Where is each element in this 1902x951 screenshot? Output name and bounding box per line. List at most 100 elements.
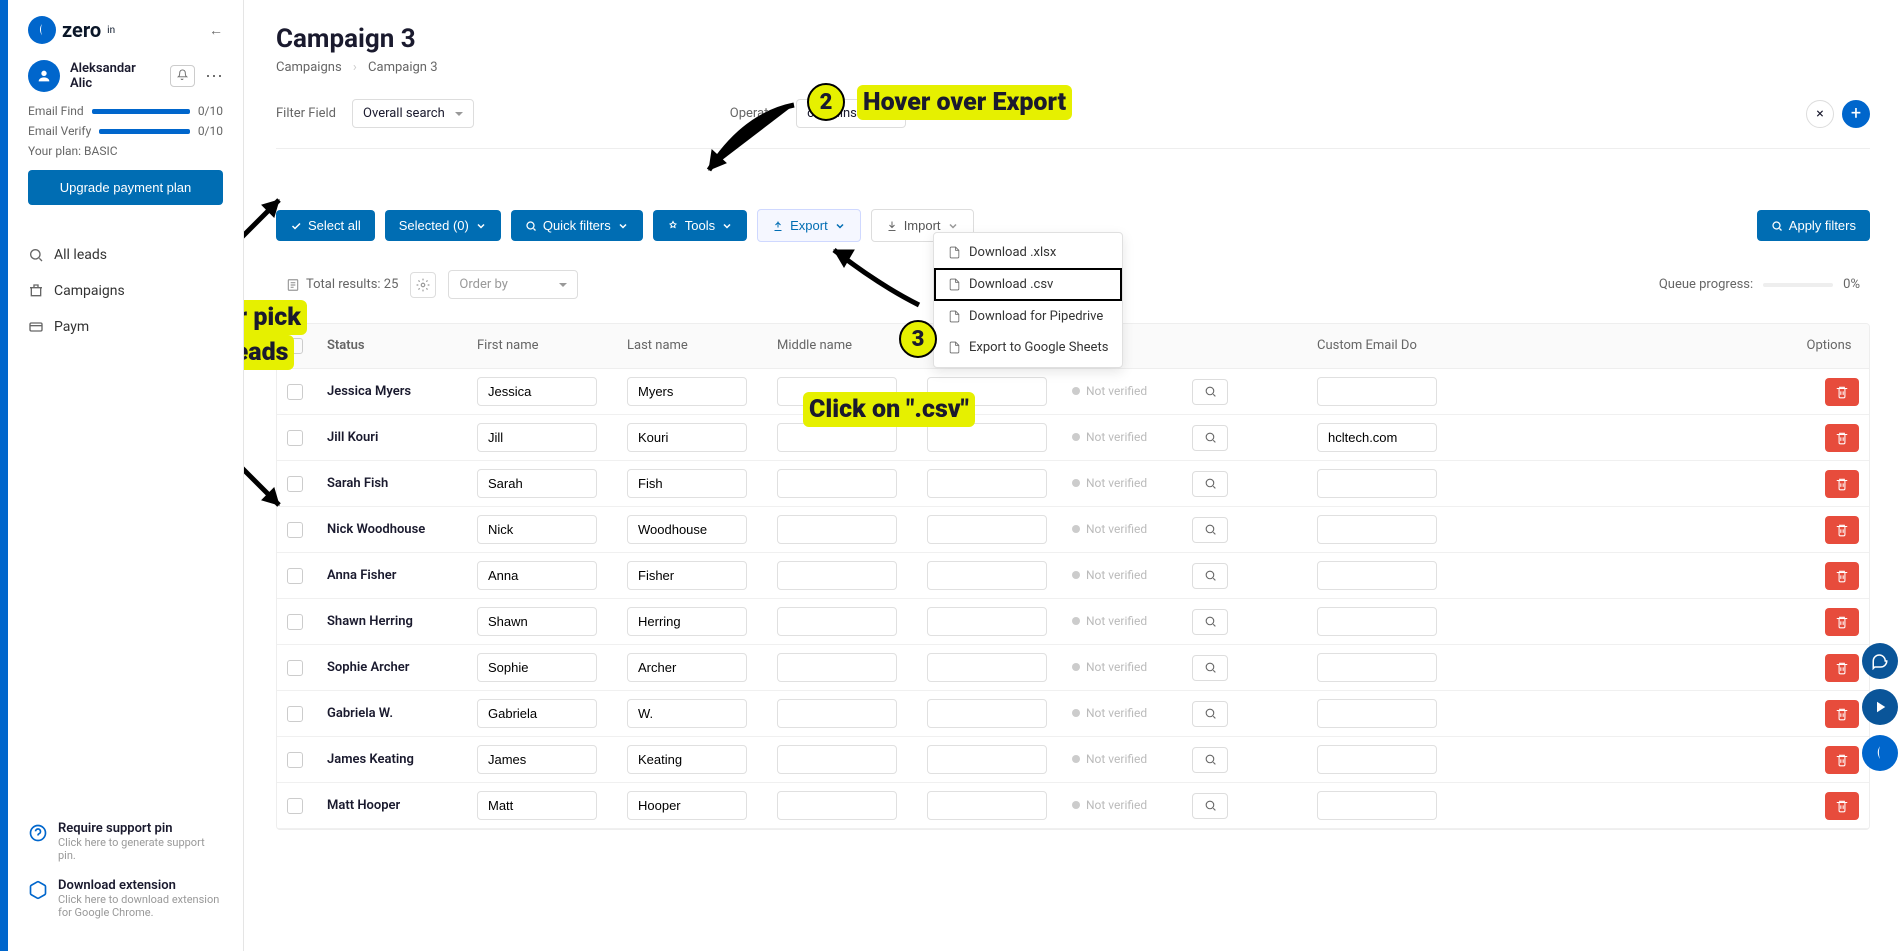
email-input[interactable] (927, 515, 1047, 544)
first-name-input[interactable] (477, 699, 597, 728)
find-email-button[interactable] (1192, 655, 1228, 681)
delete-button[interactable] (1825, 470, 1859, 498)
domain-input[interactable] (1317, 515, 1437, 544)
find-email-button[interactable] (1192, 425, 1228, 451)
tools-button[interactable]: Tools (653, 210, 747, 241)
apply-filters-button[interactable]: Apply filters (1757, 210, 1870, 241)
quick-filters-button[interactable]: Quick filters (511, 210, 643, 241)
email-input[interactable] (927, 423, 1047, 452)
delete-button[interactable] (1825, 700, 1859, 728)
nav-all-leads[interactable]: All leads (8, 237, 243, 273)
export-csv-item[interactable]: Download .csv (934, 268, 1122, 301)
delete-button[interactable] (1825, 654, 1859, 682)
middle-name-input[interactable] (777, 515, 897, 544)
last-name-input[interactable] (627, 653, 747, 682)
email-input[interactable] (927, 469, 1047, 498)
delete-button[interactable] (1825, 424, 1859, 452)
domain-input[interactable] (1317, 561, 1437, 590)
domain-input[interactable] (1317, 791, 1437, 820)
find-email-button[interactable] (1192, 701, 1228, 727)
row-checkbox[interactable] (287, 660, 303, 676)
chat-button[interactable] (1862, 643, 1898, 679)
domain-input[interactable] (1317, 699, 1437, 728)
export-button[interactable]: Export (757, 209, 861, 242)
middle-name-input[interactable] (777, 699, 897, 728)
last-name-input[interactable] (627, 515, 747, 544)
row-checkbox[interactable] (287, 706, 303, 722)
download-ext-link[interactable]: Download extension Click here to downloa… (28, 878, 223, 919)
find-email-button[interactable] (1192, 747, 1228, 773)
find-email-button[interactable] (1192, 609, 1228, 635)
last-name-input[interactable] (627, 423, 747, 452)
select-all-button[interactable]: Select all (276, 210, 375, 241)
last-name-input[interactable] (627, 469, 747, 498)
export-xlsx-item[interactable]: Download .xlsx (934, 237, 1122, 268)
delete-button[interactable] (1825, 608, 1859, 636)
table-settings-button[interactable] (410, 272, 436, 298)
filter-field-select[interactable]: Overall search (352, 99, 474, 128)
domain-input[interactable] (1317, 653, 1437, 682)
domain-input[interactable] (1317, 377, 1437, 406)
selected-button[interactable]: Selected (0) (385, 210, 501, 241)
first-name-input[interactable] (477, 515, 597, 544)
row-checkbox[interactable] (287, 568, 303, 584)
collapse-sidebar-button[interactable]: ← (209, 22, 223, 39)
middle-name-input[interactable] (777, 653, 897, 682)
email-input[interactable] (927, 791, 1047, 820)
first-name-input[interactable] (477, 423, 597, 452)
row-checkbox[interactable] (287, 752, 303, 768)
export-sheets-item[interactable]: Export to Google Sheets (934, 332, 1122, 363)
delete-button[interactable] (1825, 378, 1859, 406)
more-menu-button[interactable]: ⋯ (205, 66, 223, 87)
last-name-input[interactable] (627, 377, 747, 406)
email-input[interactable] (927, 377, 1047, 406)
upgrade-button[interactable]: Upgrade payment plan (28, 170, 223, 205)
find-email-button[interactable] (1192, 517, 1228, 543)
first-name-input[interactable] (477, 745, 597, 774)
email-input[interactable] (927, 745, 1047, 774)
row-checkbox[interactable] (287, 430, 303, 446)
delete-button[interactable] (1825, 792, 1859, 820)
first-name-input[interactable] (477, 607, 597, 636)
nav-campaigns[interactable]: Campaigns (8, 273, 243, 309)
middle-name-input[interactable] (777, 469, 897, 498)
first-name-input[interactable] (477, 377, 597, 406)
first-name-input[interactable] (477, 791, 597, 820)
export-pipedrive-item[interactable]: Download for Pipedrive (934, 301, 1122, 332)
find-email-button[interactable] (1192, 471, 1228, 497)
row-checkbox[interactable] (287, 614, 303, 630)
delete-button[interactable] (1825, 516, 1859, 544)
clear-filter-button[interactable]: × (1806, 100, 1834, 128)
row-checkbox[interactable] (287, 798, 303, 814)
operator-select[interactable]: contains (796, 99, 906, 128)
play-button[interactable] (1862, 689, 1898, 725)
delete-button[interactable] (1825, 562, 1859, 590)
last-name-input[interactable] (627, 745, 747, 774)
email-input[interactable] (927, 607, 1047, 636)
nav-payments[interactable]: Paym (8, 309, 243, 345)
domain-input[interactable] (1317, 423, 1437, 452)
first-name-input[interactable] (477, 469, 597, 498)
email-input[interactable] (927, 699, 1047, 728)
order-by-select[interactable]: Order by (448, 270, 578, 299)
first-name-input[interactable] (477, 561, 597, 590)
row-checkbox[interactable] (287, 476, 303, 492)
last-name-input[interactable] (627, 607, 747, 636)
domain-input[interactable] (1317, 469, 1437, 498)
logo[interactable]: zeroin (28, 16, 115, 44)
email-input[interactable] (927, 653, 1047, 682)
last-name-input[interactable] (627, 699, 747, 728)
first-name-input[interactable] (477, 653, 597, 682)
support-pin-link[interactable]: Require support pin Click here to genera… (28, 821, 223, 862)
last-name-input[interactable] (627, 791, 747, 820)
middle-name-input[interactable] (777, 377, 897, 406)
add-filter-button[interactable]: + (1842, 100, 1870, 128)
email-input[interactable] (927, 561, 1047, 590)
header-checkbox[interactable] (287, 338, 303, 354)
avatar[interactable] (28, 60, 60, 92)
middle-name-input[interactable] (777, 561, 897, 590)
find-email-button[interactable] (1192, 793, 1228, 819)
find-email-button[interactable] (1192, 379, 1228, 405)
domain-input[interactable] (1317, 607, 1437, 636)
breadcrumb-item[interactable]: Campaigns (276, 60, 342, 75)
